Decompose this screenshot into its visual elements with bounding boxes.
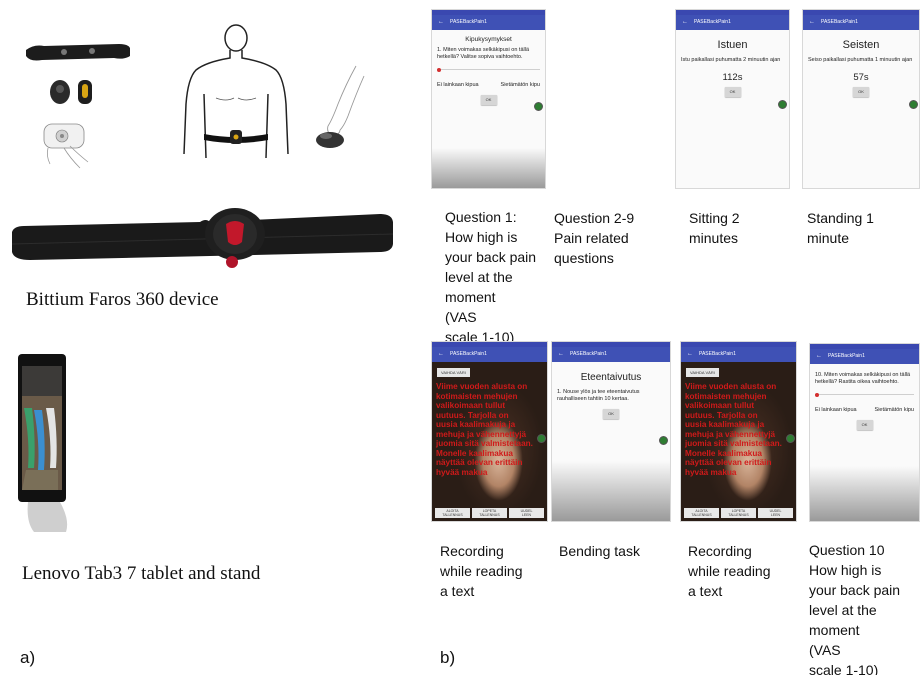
device2-label: Lenovo Tab3 7 tablet and stand: [22, 563, 261, 584]
device1-label: Bittium Faros 360 device: [26, 289, 219, 310]
next-fab-icon[interactable]: [534, 102, 543, 111]
lenovo-tablet-photo: [18, 354, 68, 532]
screen-bending: ← PASEBackPain1 Eteentaivutus 1. Nouse yl…: [551, 341, 671, 522]
slider-thumb[interactable]: [437, 67, 441, 72]
ok-button[interactable]: OK: [853, 87, 869, 97]
reading-text: Viime vuoden alusta on kotimaisten mehuj…: [436, 382, 533, 477]
screen-title: Istuen: [717, 39, 748, 51]
screen-sitting: ← PASEBackPain1 Istuen Istu paikallasi pu…: [675, 9, 790, 189]
caption-question-1: Question 1: How high is your back pain l…: [445, 209, 537, 345]
caption-question-10: Question 10 How high is your back pain l…: [809, 542, 901, 675]
caption-reading-2: Recording while reading a text: [688, 543, 771, 599]
retry-button[interactable]: UUDEL LEEN: [509, 508, 544, 518]
next-fab-icon[interactable]: [537, 434, 546, 443]
instruction-text: Seiso paikallasi puhumatta 1 minuutin aj…: [808, 57, 913, 63]
retry-button[interactable]: UUDEL LEEN: [758, 508, 793, 518]
scale-min-label: Ei lainkaan kipua: [437, 82, 479, 88]
app-title: PASEBackPain1: [821, 19, 858, 25]
back-arrow-icon: ←: [558, 351, 564, 357]
torso-illustration: [183, 24, 289, 159]
vas-slider[interactable]: [437, 67, 540, 72]
caption-reading-1: Recording while reading a text: [440, 543, 523, 599]
sensor-strap-illustration: [26, 44, 130, 61]
back-arrow-icon: ←: [687, 351, 693, 357]
vas-slider[interactable]: [815, 392, 914, 397]
start-recording-button[interactable]: ALOITA TALLENNUS: [435, 508, 470, 518]
app-title: PASEBackPain1: [570, 351, 607, 357]
next-fab-icon[interactable]: [778, 100, 787, 109]
next-fab-icon[interactable]: [909, 100, 918, 109]
ok-button[interactable]: OK: [480, 95, 497, 105]
instruction-text: Istu paikallasi puhumatta 2 minuutin aja…: [681, 57, 781, 63]
screen-standing: ← PASEBackPain1 Seisten Seiso paikallasi …: [802, 9, 920, 189]
screen-reading-recording-2: ← PASEBackPain1 VAIHDA VÄRI Viime vuoden …: [680, 341, 797, 522]
change-color-button[interactable]: VAIHDA VÄRI: [437, 368, 470, 377]
ok-button[interactable]: OK: [856, 420, 873, 430]
stop-recording-button[interactable]: LOPETA TALLENNUS: [721, 508, 756, 518]
back-arrow-icon: ←: [816, 353, 822, 359]
screen-reading-recording-1: ← PASEBackPain1 VAIHDA VÄRI Viime vuoden …: [431, 341, 548, 522]
reading-text: Viime vuoden alusta on kotimaisten mehuj…: [685, 382, 782, 477]
next-fab-icon[interactable]: [659, 436, 668, 445]
screen-question-10: ← PASEBackPain1 10. Miten voimakas selkäk…: [809, 343, 920, 522]
ok-button[interactable]: OK: [603, 409, 619, 419]
panel-b-letter: b): [440, 648, 456, 667]
scale-max-label: Sietämätön kipu: [874, 407, 914, 413]
back-arrow-icon: ←: [438, 351, 444, 357]
next-fab-icon[interactable]: [786, 434, 795, 443]
caption-standing: Standing 1 minute: [807, 210, 874, 246]
back-arrow-icon: ←: [438, 19, 444, 25]
start-recording-button[interactable]: ALOITA TALLENNUS: [684, 508, 719, 518]
caption-questions-2-9: Question 2-9 Pain related questions: [554, 210, 635, 266]
question-text: 1. Miten voimakas selkäkipusi on tällä h…: [437, 47, 530, 60]
countdown-timer: 57s: [853, 72, 869, 83]
screen-title: Seisten: [842, 39, 880, 51]
electrode-attach-illustration: [43, 123, 89, 169]
app-title: PASEBackPain1: [699, 351, 736, 357]
question-text: 10. Miten voimakas selkäkipusi on tällä …: [815, 372, 911, 385]
app-title: PASEBackPain1: [694, 19, 731, 25]
screen-header: Kipukysymykset: [465, 36, 512, 43]
panel-a-letter: a): [20, 648, 36, 667]
bittium-faros-device-photo: [11, 208, 394, 268]
app-title: PASEBackPain1: [450, 19, 487, 25]
scale-min-label: Ei lainkaan kipua: [815, 407, 857, 413]
caption-sitting: Sitting 2 minutes: [689, 210, 740, 246]
screen-title: Eteentaivutus: [580, 372, 642, 383]
scale-max-label: Sietämätön kipu: [500, 82, 540, 88]
caption-bending: Bending task: [559, 543, 640, 559]
hand-press-illustration: [316, 65, 365, 148]
change-color-button[interactable]: VAIHDA VÄRI: [686, 368, 719, 377]
screen-question-1: ← PASEBackPain1 Kipukysymykset 1. Miten v…: [431, 9, 546, 189]
slider-thumb[interactable]: [815, 392, 819, 397]
app-title: PASEBackPain1: [828, 353, 865, 359]
app-title: PASEBackPain1: [450, 351, 487, 357]
countdown-timer: 112s: [722, 72, 743, 83]
instruction-text: 1. Nouse ylös ja tee eteentaivutus rauha…: [557, 389, 640, 402]
ok-button[interactable]: OK: [724, 87, 741, 97]
stop-recording-button[interactable]: LOPETA TALLENNUS: [472, 508, 507, 518]
back-arrow-icon: ←: [682, 19, 688, 25]
sensor-parts-illustration: [50, 80, 92, 104]
back-arrow-icon: ←: [809, 19, 815, 25]
